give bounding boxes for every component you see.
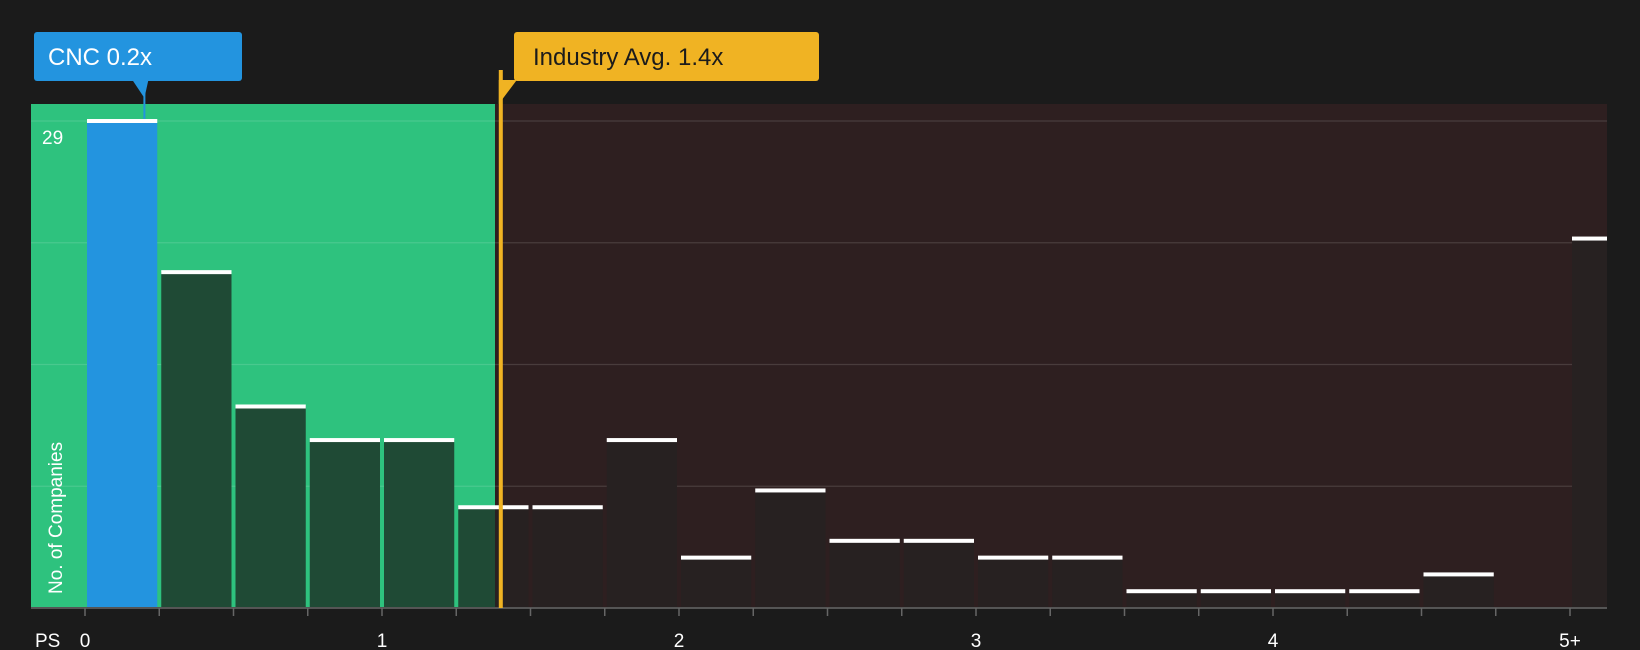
- bar: [1349, 591, 1420, 608]
- bar-cap: [1275, 589, 1346, 594]
- bar-cap: [1200, 589, 1271, 594]
- bar: [1275, 591, 1346, 608]
- bar-cap: [87, 119, 158, 123]
- bar: [1572, 238, 1607, 608]
- bar: [978, 557, 1049, 608]
- bar: [755, 490, 826, 608]
- x-tick-label: 2: [674, 631, 685, 650]
- bar: [161, 272, 232, 608]
- x-axis-title: PS: [35, 631, 60, 650]
- bar: [309, 440, 380, 608]
- bar: [235, 406, 306, 608]
- bar-cap: [606, 438, 677, 443]
- x-axis-ticks: 0 1 2 3 4 5+: [80, 608, 1581, 650]
- industry-average-line: [498, 70, 503, 608]
- bar-cap: [1052, 555, 1123, 560]
- bar-cap: [309, 438, 380, 443]
- industry-callout-label: Industry Avg. 1.4x: [533, 44, 723, 71]
- bar-cap: [1572, 236, 1607, 241]
- bar: [1423, 574, 1494, 608]
- bar: [606, 440, 677, 608]
- bar: [903, 540, 974, 608]
- bar: [458, 507, 495, 608]
- x-tick-label: 1: [377, 631, 388, 650]
- company-callout-label: CNC 0.2x: [48, 44, 152, 71]
- bar-cap: [235, 404, 306, 409]
- x-tick-label: 0: [80, 631, 91, 650]
- bar-cap: [681, 555, 752, 560]
- bar-cap: [903, 538, 974, 543]
- company-callout-pointer: [132, 80, 149, 98]
- bar: [1200, 591, 1271, 608]
- bar-cap: [829, 538, 900, 543]
- bar-cap: [755, 488, 826, 493]
- bar-cap: [1349, 589, 1420, 594]
- bar-cap: [1423, 572, 1494, 577]
- x-tick-label: 5+: [1559, 631, 1581, 650]
- bar-cap: [161, 270, 232, 275]
- bar-cap: [1126, 589, 1197, 594]
- bar-cap: [458, 505, 529, 510]
- ps-distribution-chart: 0 1 2 3 4 5+ 29 No. of Companies PS Industry …: [31, 32, 1607, 650]
- bar: [1126, 591, 1197, 608]
- bar-cap: [978, 555, 1049, 560]
- x-tick-label: 4: [1268, 631, 1279, 650]
- bar: [829, 540, 900, 608]
- bar: [681, 557, 752, 608]
- y-axis-title: No. of Companies: [46, 442, 67, 594]
- bar: [87, 121, 158, 608]
- y-max-label: 29: [42, 128, 63, 149]
- bar-cap: [384, 438, 455, 443]
- x-tick-label: 3: [971, 631, 982, 650]
- bar: [532, 507, 603, 608]
- bar: [384, 440, 455, 608]
- bar: [1052, 557, 1123, 608]
- bar-cap: [532, 505, 603, 510]
